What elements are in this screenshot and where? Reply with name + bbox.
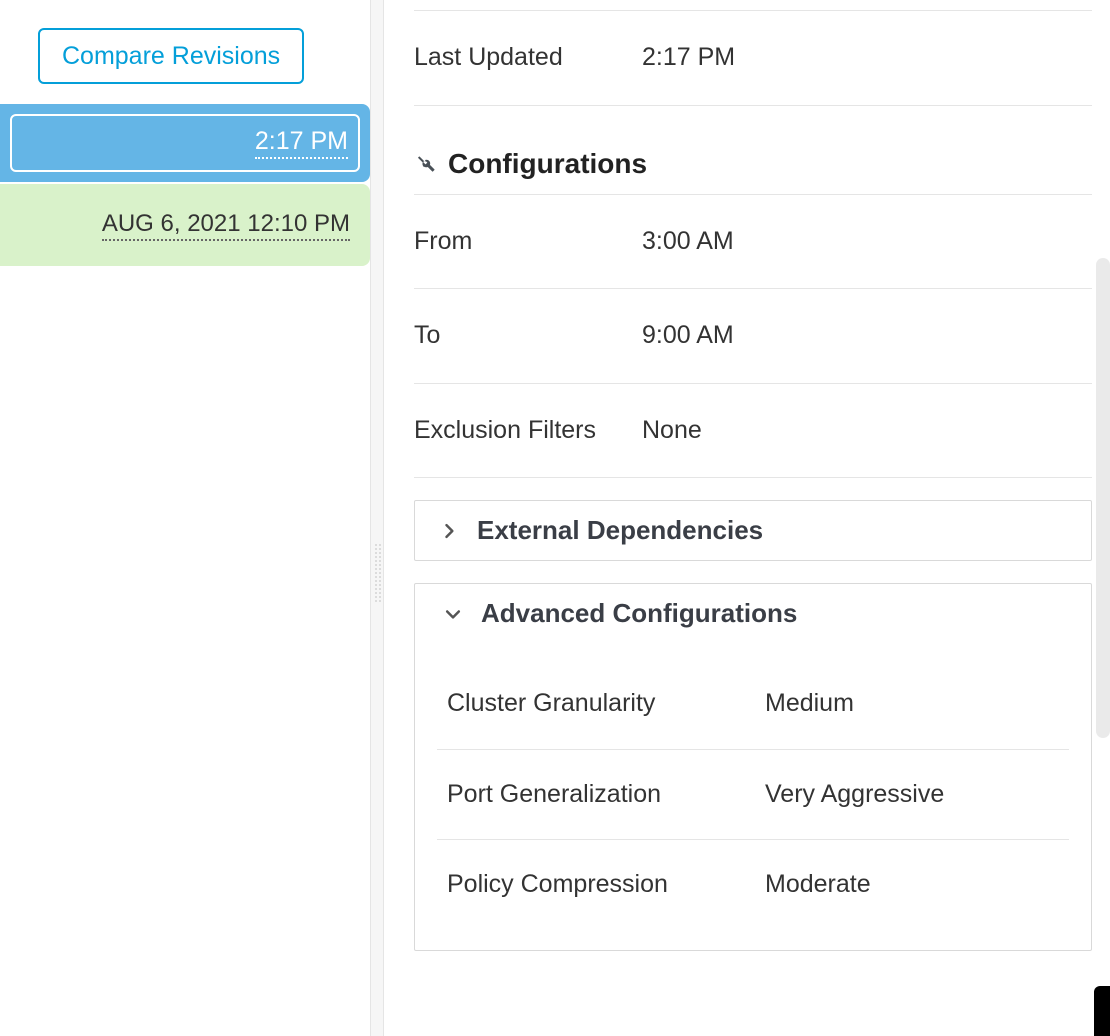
advanced-configurations-toggle[interactable]: Advanced Configurations bbox=[415, 584, 1091, 659]
config-row-to: To 9:00 AM bbox=[414, 288, 1092, 383]
row-label: From bbox=[414, 223, 642, 261]
advanced-config-rows: Cluster Granularity Medium Port Generali… bbox=[415, 659, 1091, 930]
revision-timestamp: AUG 6, 2021 12:10 PM bbox=[102, 210, 350, 241]
detail-row-last-updated: Last Updated 2:17 PM bbox=[414, 10, 1092, 105]
compare-revisions-label: Compare Revisions bbox=[62, 42, 280, 71]
tools-icon bbox=[414, 152, 438, 176]
row-label: To bbox=[414, 317, 642, 355]
row-label: Port Generalization bbox=[447, 776, 765, 814]
revision-sidebar: Compare Revisions 2:17 PM AUG 6, 2021 12… bbox=[0, 0, 370, 1036]
config-row-from: From 3:00 AM bbox=[414, 195, 1092, 289]
compare-revisions-button[interactable]: Compare Revisions bbox=[38, 28, 304, 84]
config-row-exclusion-filters: Exclusion Filters None bbox=[414, 383, 1092, 478]
row-value: None bbox=[642, 412, 702, 450]
revision-item-selected[interactable]: 2:17 PM bbox=[0, 104, 370, 182]
section-title: Configurations bbox=[448, 148, 647, 180]
row-value: Moderate bbox=[765, 866, 871, 904]
row-label: Policy Compression bbox=[447, 866, 765, 904]
advanced-config-row: Port Generalization Very Aggressive bbox=[437, 750, 1069, 841]
external-dependencies-panel: External Dependencies bbox=[414, 500, 1092, 561]
revision-timestamp: 2:17 PM bbox=[255, 127, 348, 159]
configurations-header: Configurations bbox=[414, 130, 1092, 195]
advanced-configurations-panel: Advanced Configurations Cluster Granular… bbox=[414, 583, 1092, 951]
window-corner bbox=[1094, 986, 1110, 1036]
advanced-config-row: Policy Compression Moderate bbox=[437, 840, 1069, 930]
row-value: Very Aggressive bbox=[765, 776, 944, 814]
row-label: Exclusion Filters bbox=[414, 412, 642, 450]
row-value: Medium bbox=[765, 685, 854, 723]
row-value: 2:17 PM bbox=[642, 39, 735, 77]
main-content: Last Updated 2:17 PM Configurations From… bbox=[384, 0, 1110, 1036]
panel-title: External Dependencies bbox=[477, 515, 763, 546]
row-label: Last Updated bbox=[414, 39, 642, 77]
revision-item-inner: 2:17 PM bbox=[10, 114, 360, 172]
external-dependencies-toggle[interactable]: External Dependencies bbox=[415, 501, 1091, 560]
revision-list: 2:17 PM AUG 6, 2021 12:10 PM bbox=[0, 104, 370, 266]
row-label: Cluster Granularity bbox=[447, 685, 765, 723]
advanced-config-row: Cluster Granularity Medium bbox=[437, 659, 1069, 750]
row-value: 9:00 AM bbox=[642, 317, 734, 355]
row-value: 3:00 AM bbox=[642, 223, 734, 261]
chevron-down-icon bbox=[443, 604, 463, 624]
revision-item[interactable]: AUG 6, 2021 12:10 PM bbox=[0, 184, 370, 266]
panel-title: Advanced Configurations bbox=[481, 598, 797, 629]
scrollbar[interactable] bbox=[1096, 258, 1110, 738]
chevron-right-icon bbox=[439, 521, 459, 541]
pane-divider[interactable] bbox=[370, 0, 384, 1036]
